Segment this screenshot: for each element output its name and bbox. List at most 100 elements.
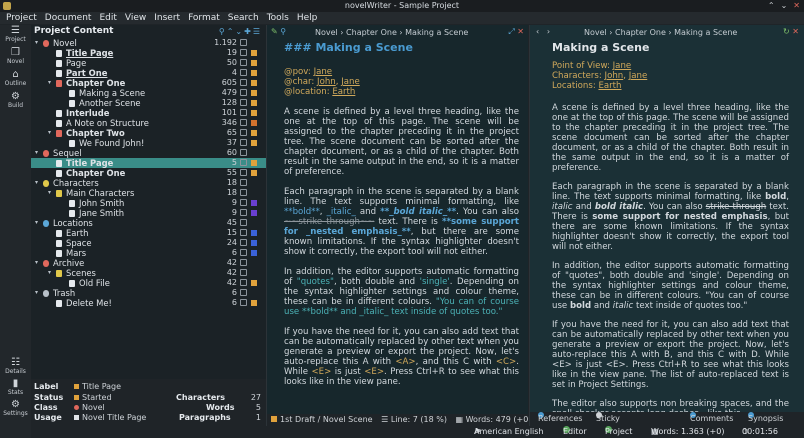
sidebar-outline-button[interactable]: ⌂ Outline (0, 69, 31, 87)
menu-edit[interactable]: Edit (99, 12, 116, 24)
sidebar-build-button[interactable]: ⚙ Build (0, 91, 31, 109)
expand-arrow-icon[interactable]: ▾ (48, 78, 51, 88)
active-checkbox[interactable] (240, 89, 247, 96)
active-checkbox[interactable] (240, 119, 247, 126)
tree-row[interactable]: ▾ Characters 18 (31, 178, 266, 188)
active-checkbox[interactable] (240, 229, 247, 236)
expand-arrow-icon[interactable]: ▾ (35, 218, 38, 228)
tree-row[interactable]: Delete Me! 6 (31, 298, 266, 308)
menu-view[interactable]: View (125, 12, 146, 24)
expand-down-icon[interactable]: ⌄ (235, 27, 244, 36)
expand-arrow-icon[interactable]: ▾ (48, 128, 51, 138)
menu-document[interactable]: Document (45, 12, 92, 24)
expand-arrow-icon[interactable]: ▾ (35, 38, 38, 48)
active-checkbox[interactable] (240, 109, 247, 116)
active-checkbox[interactable] (240, 59, 247, 66)
tree-row[interactable]: Old File 42 (31, 278, 266, 288)
expand-arrow-icon[interactable]: ▾ (35, 178, 38, 188)
tree-row[interactable]: Chapter One 55 (31, 168, 266, 178)
tree-row[interactable]: Mars 6 (31, 248, 266, 258)
close-icon[interactable]: ✕ (793, 1, 800, 10)
expand-arrow-icon[interactable]: ▾ (35, 288, 38, 298)
document-viewer[interactable]: ‹ › Novel › Chapter One › Making a Scene… (529, 25, 804, 438)
more-icon[interactable]: ☰ (253, 27, 262, 36)
active-checkbox[interactable] (240, 209, 247, 216)
editor-heading: ### Making a Scene (284, 41, 413, 54)
close-viewer-icon[interactable]: ✕ (792, 27, 799, 36)
tree-row[interactable]: Making a Scene 479 (31, 88, 266, 98)
tree-row[interactable]: Interlude 101 (31, 108, 266, 118)
back-icon[interactable]: ‹ (536, 27, 539, 36)
refresh-icon[interactable]: ↻ (783, 27, 790, 36)
active-checkbox[interactable] (240, 199, 247, 206)
close-editor-icon[interactable]: ✕ (517, 27, 524, 36)
search-icon[interactable]: ⚲ (219, 27, 227, 36)
tree-row[interactable]: We Found John! 37 (31, 138, 266, 148)
sidebar-details-button[interactable]: ☷ Details (0, 357, 31, 375)
sidebar-stats-button[interactable]: ▮ Stats (0, 378, 31, 396)
active-checkbox[interactable] (240, 149, 247, 156)
active-checkbox[interactable] (240, 49, 247, 56)
tree-row[interactable]: ▾ Locations 45 (31, 218, 266, 228)
expand-arrow-icon[interactable]: ▾ (35, 148, 38, 158)
tree-row[interactable]: Jane Smith 9 (31, 208, 266, 218)
expand-arrow-icon[interactable]: ▾ (48, 188, 51, 198)
sidebar-settings-button[interactable]: ⚙ Settings (0, 399, 31, 417)
tree-row[interactable]: ▾ Main Characters 18 (31, 188, 266, 198)
active-checkbox[interactable] (240, 179, 247, 186)
add-item-icon[interactable]: ✚ (244, 27, 253, 36)
active-checkbox[interactable] (240, 69, 247, 76)
menu-help[interactable]: Help (297, 12, 318, 24)
active-checkbox[interactable] (240, 239, 247, 246)
active-checkbox[interactable] (240, 39, 247, 46)
tree-row[interactable]: ▾ Chapter One 605 (31, 78, 266, 88)
tree-row[interactable]: Earth 15 (31, 228, 266, 238)
maximize-icon[interactable]: ⌄ (781, 1, 788, 10)
tree-row[interactable]: A Note on Structure 346 (31, 118, 266, 128)
editor-tools-icon[interactable]: ✎ ⚲ (271, 27, 286, 36)
active-checkbox[interactable] (240, 219, 247, 226)
tree-row[interactable]: Title Page 5 (31, 158, 266, 168)
editor-text[interactable]: ### Making a Scene @pov: Jane @char: Joh… (284, 41, 519, 387)
menu-project[interactable]: Project (6, 12, 37, 24)
tree-row[interactable]: ▾ Archive 42 (31, 258, 266, 268)
active-checkbox[interactable] (240, 279, 247, 286)
sidebar-project-button[interactable]: ☰ Project (0, 25, 31, 43)
forward-icon[interactable]: › (547, 27, 550, 36)
tree-row[interactable]: Another Scene 128 (31, 98, 266, 108)
active-checkbox[interactable] (240, 289, 247, 296)
tree-row[interactable]: Title Page 19 (31, 48, 266, 58)
minimize-icon[interactable]: ⌃ (768, 1, 775, 10)
tree-row[interactable]: Page 50 (31, 58, 266, 68)
sidebar-novel-button[interactable]: ❒ Novel (0, 47, 31, 65)
tree-row[interactable]: John Smith 9 (31, 198, 266, 208)
active-checkbox[interactable] (240, 139, 247, 146)
tree-row[interactable]: ▾ Novel 1.192 (31, 38, 266, 48)
expand-arrow-icon[interactable]: ▾ (35, 258, 38, 268)
details-label-key: Label (34, 382, 59, 391)
document-icon (69, 100, 75, 107)
active-checkbox[interactable] (240, 249, 247, 256)
active-checkbox[interactable] (240, 169, 247, 176)
tree-row[interactable]: ▾ Trash 6 (31, 288, 266, 298)
active-checkbox[interactable] (240, 99, 247, 106)
tree-row[interactable]: Part One 4 (31, 68, 266, 78)
tree-row[interactable]: ▾ Chapter Two 65 (31, 128, 266, 138)
document-editor[interactable]: ✎ ⚲ Novel › Chapter One › Making a Scene… (266, 25, 529, 438)
menu-tools[interactable]: Tools (267, 12, 289, 24)
active-checkbox[interactable] (240, 79, 247, 86)
tree-row[interactable]: Space 24 (31, 238, 266, 248)
active-checkbox[interactable] (240, 259, 247, 266)
active-checkbox[interactable] (240, 269, 247, 276)
fullscreen-icon[interactable]: ⤢ (508, 27, 514, 36)
menu-format[interactable]: Format (188, 12, 220, 24)
active-checkbox[interactable] (240, 189, 247, 196)
active-checkbox[interactable] (240, 159, 247, 166)
tree-row[interactable]: ▾ Scenes 42 (31, 268, 266, 278)
menu-search[interactable]: Search (228, 12, 259, 24)
expand-arrow-icon[interactable]: ▾ (48, 268, 51, 278)
active-checkbox[interactable] (240, 129, 247, 136)
tree-row[interactable]: ▾ Sequel 60 (31, 148, 266, 158)
menu-insert[interactable]: Insert (154, 12, 180, 24)
active-checkbox[interactable] (240, 299, 247, 306)
